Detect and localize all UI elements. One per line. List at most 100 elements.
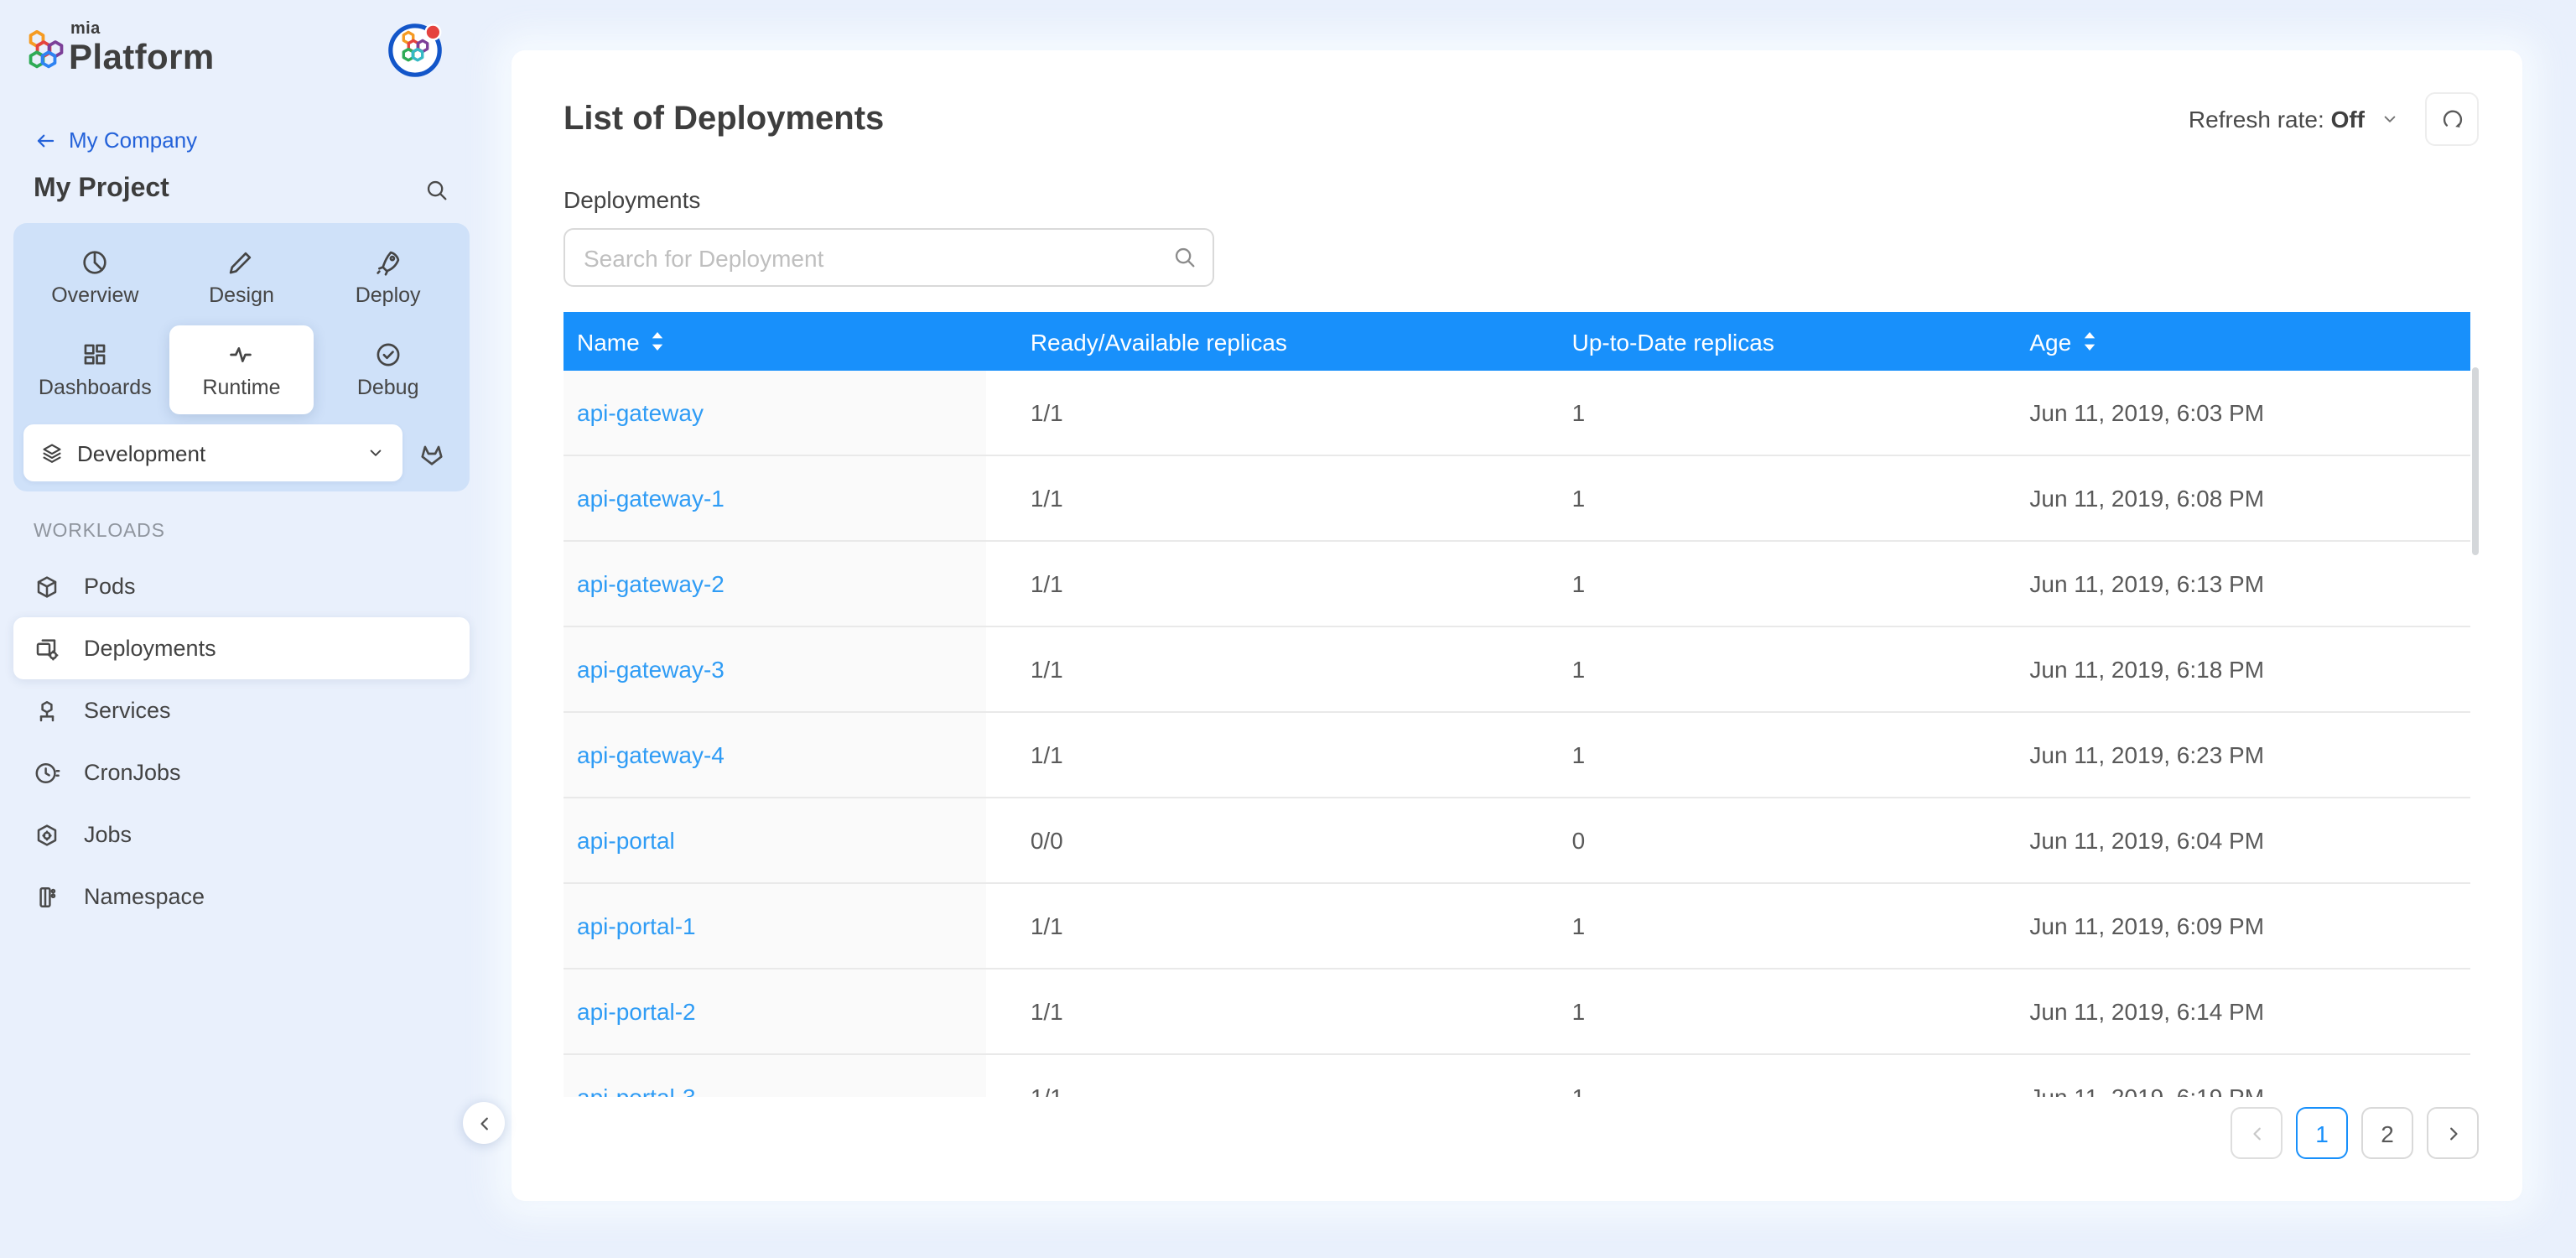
logo-platform-label: Platform <box>69 40 215 75</box>
cell-ready-replicas: 1/1 <box>987 884 1529 968</box>
cell-up-to-date-replicas: 1 <box>1529 371 1987 455</box>
nav-item-runtime[interactable]: Runtime <box>170 325 314 414</box>
menu-item-label: Pods <box>84 574 136 599</box>
sort-carets-icon[interactable] <box>652 332 665 351</box>
column-label: Name <box>577 328 640 355</box>
cell-ready-replicas: 1/1 <box>987 456 1529 540</box>
cell-ready-replicas: 0/0 <box>987 798 1529 882</box>
service-node-icon <box>34 697 60 724</box>
pagination: 12 <box>2231 1107 2479 1159</box>
nav-item-debug[interactable]: Debug <box>316 325 460 414</box>
logo-mia-label: mia <box>70 22 215 39</box>
workloads-menu: Pods Deployments Services CronJobs Jobs Names… <box>0 555 483 928</box>
deployments-table: Name Ready/Available replicas Up-to-Date r… <box>564 312 2479 1097</box>
clock-icon <box>34 759 60 786</box>
main-content: List of Deployments Refresh rate: Off De… <box>483 0 2576 1258</box>
pagination-page-2[interactable]: 2 <box>2361 1107 2413 1159</box>
namespace-icon <box>34 883 60 910</box>
gitlab-icon[interactable] <box>402 439 460 467</box>
section-nav-panel: Overview Design Deploy Dashboards Runtime Deb… <box>13 223 470 491</box>
cell-age: Jun 11, 2019, 6:09 PM <box>1986 884 2470 968</box>
deployment-link[interactable]: api-gateway <box>577 399 704 426</box>
rocket-icon <box>374 248 402 277</box>
pagination-page-1[interactable]: 1 <box>2296 1107 2348 1159</box>
nav-item-overview[interactable]: Overview <box>23 233 167 322</box>
app: mia Platform My Company My Project Overv… <box>0 0 2576 1258</box>
project-search-icon[interactable] <box>424 177 449 202</box>
cell-up-to-date-replicas: 1 <box>1529 456 1987 540</box>
column-label: Ready/Available replicas <box>1031 328 1287 355</box>
cell-age: Jun 11, 2019, 6:19 PM <box>1986 1055 2470 1097</box>
nav-item-deploy[interactable]: Deploy <box>316 233 460 322</box>
deployment-link[interactable]: api-gateway-3 <box>577 656 724 683</box>
nav-item-dashboards[interactable]: Dashboards <box>23 325 167 414</box>
sidebar-item-namespace[interactable]: Namespace <box>13 866 470 928</box>
refresh-rate-dropdown[interactable] <box>2380 109 2400 129</box>
nav-item-design[interactable]: Design <box>170 233 314 322</box>
cell-up-to-date-replicas: 1 <box>1529 884 1987 968</box>
cell-age: Jun 11, 2019, 6:14 PM <box>1986 969 2470 1053</box>
nav-item-label: Debug <box>357 376 419 399</box>
deployment-link[interactable]: api-gateway-2 <box>577 570 724 597</box>
cell-up-to-date-replicas: 1 <box>1529 969 1987 1053</box>
sidebar-item-deployments[interactable]: Deployments <box>13 617 470 679</box>
menu-item-label: Services <box>84 698 171 723</box>
cell-age: Jun 11, 2019, 6:18 PM <box>1986 627 2470 711</box>
deployment-link[interactable]: api-portal-2 <box>577 998 696 1025</box>
table-row: api-gateway1/11Jun 11, 2019, 6:03 PM <box>564 371 2470 456</box>
logo-text: mia Platform <box>69 22 215 75</box>
table-scrollbar-thumb[interactable] <box>2471 367 2479 555</box>
column-header-up-to-date-replicas: Up-to-Date replicas <box>1529 328 1987 355</box>
deployment-link[interactable]: api-gateway-1 <box>577 485 724 512</box>
deployment-link[interactable]: api-gateway-4 <box>577 741 724 768</box>
column-header-age[interactable]: Age <box>1986 328 2470 355</box>
environment-select[interactable]: Development <box>23 424 402 481</box>
table-row: api-gateway-31/11Jun 11, 2019, 6:18 PM <box>564 627 2470 713</box>
sidebar-collapse-button[interactable] <box>463 1102 505 1144</box>
nav-item-label: Design <box>209 283 274 307</box>
sidebar-item-pods[interactable]: Pods <box>13 555 470 617</box>
user-avatar[interactable] <box>386 20 446 81</box>
deployments-card: List of Deployments Refresh rate: Off De… <box>512 50 2522 1201</box>
cell-name: api-gateway-2 <box>564 542 987 626</box>
menu-item-label: Namespace <box>84 884 205 909</box>
cell-up-to-date-replicas: 1 <box>1529 713 1987 797</box>
layers-icon <box>40 441 64 465</box>
deployment-link[interactable]: api-portal-3 <box>577 1084 696 1097</box>
search-wrap <box>564 228 1214 287</box>
dashboard-grid-icon <box>80 340 109 369</box>
table-row: api-portal-2 1/11Jun 11, 2019, 6:14 PM <box>564 969 2470 1055</box>
sort-carets-icon[interactable] <box>2083 332 2096 351</box>
cell-up-to-date-replicas: 1 <box>1529 542 1987 626</box>
reload-button[interactable] <box>2425 92 2479 146</box>
sidebar-item-jobs[interactable]: Jobs <box>13 803 470 866</box>
sidebar: mia Platform My Company My Project Overv… <box>0 0 483 1258</box>
table-row: api-gateway-41/11Jun 11, 2019, 6:23 PM <box>564 713 2470 798</box>
pagination-prev-button[interactable] <box>2231 1107 2283 1159</box>
refresh-controls: Refresh rate: Off <box>2189 92 2479 146</box>
cell-ready-replicas: 1/1 <box>987 969 1529 1053</box>
cell-up-to-date-replicas: 0 <box>1529 798 1987 882</box>
sidebar-item-cronjobs[interactable]: CronJobs <box>13 741 470 803</box>
cell-age: Jun 11, 2019, 6:03 PM <box>1986 371 2470 455</box>
deployment-link[interactable]: api-portal <box>577 827 675 854</box>
project-title: My Project <box>34 174 169 205</box>
cell-name: api-portal-1 <box>564 884 987 968</box>
column-header-name[interactable]: Name <box>564 328 987 355</box>
cell-ready-replicas: 1/1 <box>987 1055 1529 1097</box>
menu-item-label: Jobs <box>84 822 132 847</box>
deployment-link[interactable]: api-portal-1 <box>577 912 696 939</box>
nav-item-label: Dashboards <box>39 376 152 399</box>
sidebar-item-services[interactable]: Services <box>13 679 470 741</box>
table-header-row: Name Ready/Available replicas Up-to-Date r… <box>564 312 2470 371</box>
pagination-next-button[interactable] <box>2427 1107 2479 1159</box>
pie-chart-icon <box>80 248 109 277</box>
cell-up-to-date-replicas: 1 <box>1529 1055 1987 1097</box>
arrow-left-icon <box>34 128 57 152</box>
column-label: Age <box>2029 328 2071 355</box>
cell-ready-replicas: 1/1 <box>987 542 1529 626</box>
cell-age: Jun 11, 2019, 6:13 PM <box>1986 542 2470 626</box>
cell-name: api-portal-2 <box>564 969 987 1053</box>
back-to-company-link[interactable]: My Company <box>34 127 197 153</box>
deployment-search-input[interactable] <box>564 228 1214 287</box>
